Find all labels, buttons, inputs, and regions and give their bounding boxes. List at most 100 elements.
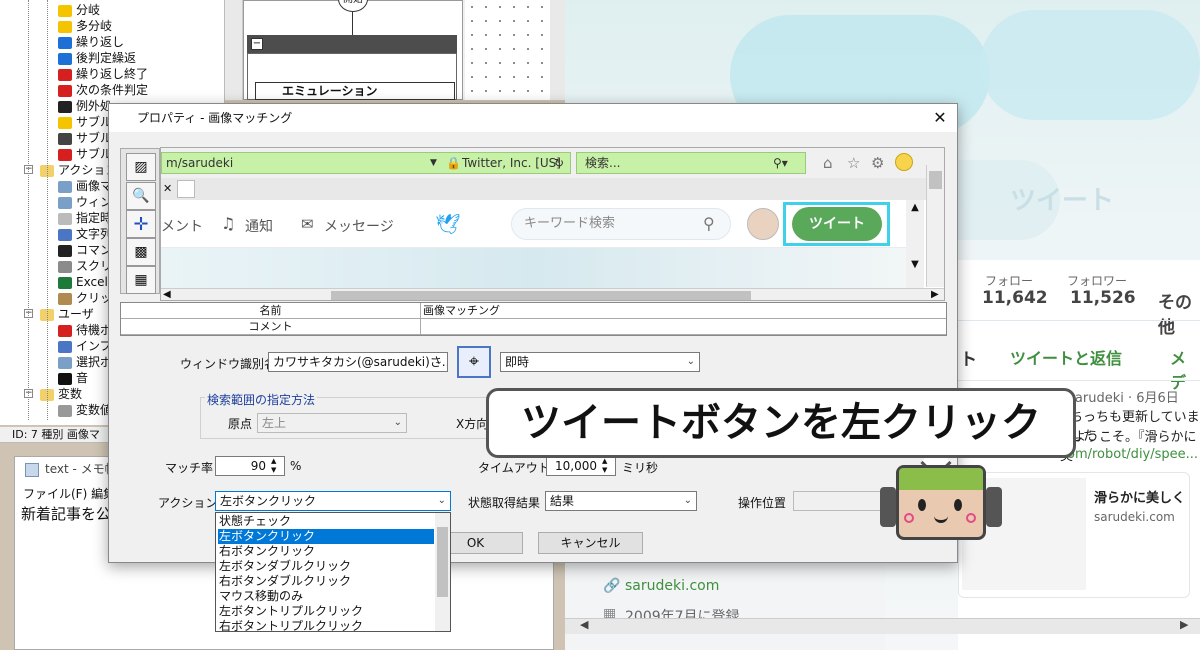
keyword-search[interactable]: キーワード検索 — [511, 208, 731, 240]
timing-select[interactable]: 即時 ⌄ — [500, 352, 700, 372]
spinner-icon[interactable]: ▲ ▼ — [602, 457, 607, 475]
flow-scrollbar-right[interactable] — [550, 0, 565, 100]
tab-media[interactable]: メデ — [1170, 345, 1200, 393]
flow-group-header[interactable] — [247, 35, 457, 53]
tab-tweets[interactable]: ト — [960, 345, 977, 370]
home-icon[interactable]: ⌂ — [823, 154, 833, 172]
gear-icon[interactable]: ⚙ — [871, 154, 884, 172]
emulation-node[interactable]: エミュレーション — [255, 82, 455, 100]
tree-item[interactable]: 繰り返し終了 — [58, 66, 148, 82]
bottom-scrollbar[interactable] — [565, 618, 1200, 634]
scroll-left-icon[interactable]: ◀ — [580, 618, 588, 631]
cancel-button[interactable]: キャンセル — [538, 532, 643, 554]
comment-value[interactable] — [421, 319, 946, 335]
tree-item[interactable]: 後判定繰返 — [58, 50, 136, 66]
tweet-button[interactable]: ツイート — [792, 207, 882, 241]
position-select[interactable] — [793, 491, 883, 511]
smiley-icon[interactable] — [895, 153, 913, 171]
tree-item[interactable]: サブル — [58, 114, 112, 130]
chevron-down-icon: ⌄ — [434, 356, 443, 367]
action-select[interactable]: 左ボタンクリック ⌄ — [215, 491, 451, 511]
notepad-icon — [25, 463, 39, 477]
tree-item[interactable]: 文字列 — [58, 226, 112, 242]
name-value[interactable]: 画像マッチング — [421, 303, 946, 319]
tree-item[interactable]: 指定時 — [58, 210, 112, 226]
capture-area-icon[interactable]: ▨ — [126, 153, 156, 181]
inner-scrollbar[interactable]: ▲ ▼ — [906, 200, 924, 288]
zoom-icon[interactable]: 🔍 — [126, 182, 156, 210]
collapse-icon[interactable]: − — [251, 38, 263, 50]
tree-item[interactable]: 分岐 — [58, 2, 100, 18]
timeout-unit: ミリ秒 — [622, 461, 659, 475]
followers-count[interactable]: 11,526 — [1070, 288, 1136, 308]
command-icon — [58, 84, 72, 97]
tree-item[interactable]: 変数値 — [58, 402, 112, 418]
tree-folder[interactable]: ユーザ — [40, 306, 94, 322]
notepad-menu[interactable]: ファイル(F) 編集 — [15, 485, 115, 502]
dropdown-option[interactable]: マウス移動のみ — [218, 589, 434, 604]
tree-item[interactable]: 音 — [58, 370, 88, 386]
tree-item-label: 変数値 — [76, 403, 113, 417]
browser-search[interactable]: 検索... ⚲▾ — [576, 152, 806, 174]
tab-close-icon[interactable]: ✕ — [163, 182, 172, 195]
preview-scrollbar-h[interactable]: ◀ ▶ — [161, 288, 944, 300]
tree-item[interactable]: 多分岐 — [58, 18, 112, 34]
dropdown-option[interactable]: 状態チェック — [218, 514, 434, 529]
new-tab-icon[interactable] — [177, 180, 195, 198]
pattern-icon[interactable]: ▦ — [126, 266, 156, 294]
command-icon — [58, 4, 72, 17]
scroll-right-icon[interactable]: ▶ — [1180, 618, 1188, 631]
command-icon — [58, 68, 72, 81]
reload-icon[interactable]: ↻ — [554, 153, 564, 173]
tree-item[interactable]: 待機ボ — [58, 322, 112, 338]
scroll-thumb[interactable] — [331, 291, 751, 300]
avatar[interactable] — [747, 208, 779, 240]
dropdown-scrollbar[interactable] — [435, 513, 450, 631]
dropdown-option[interactable]: 左ボタントリプルクリック — [218, 604, 434, 619]
command-icon — [58, 228, 72, 241]
dropdown-option[interactable]: 右ボタンダブルクリック — [218, 574, 434, 589]
tree-item[interactable]: 画像マ — [58, 178, 112, 194]
tree-item[interactable]: 例外処 — [58, 98, 112, 114]
address-bar[interactable]: m/sarudeki ▼ 🔒 Twitter, Inc. [US] ↻ — [161, 152, 571, 174]
tab-replies[interactable]: ツイートと返信 — [1010, 345, 1122, 369]
spinner-icon[interactable]: ▲ ▼ — [271, 457, 276, 475]
origin-select[interactable]: 左上 ⌄ — [257, 413, 407, 433]
star-icon[interactable]: ☆ — [847, 154, 860, 172]
result-select[interactable]: 結果 ⌄ — [545, 491, 697, 511]
magnifier-icon[interactable]: ⚲ — [703, 214, 715, 233]
twitter-bird-icon[interactable]: 🕊 — [435, 212, 460, 236]
tree-item[interactable]: 次の条件判定 — [58, 82, 148, 98]
tree-item[interactable]: 選択ボ — [58, 354, 112, 370]
result-value: 結果 — [550, 494, 575, 508]
scroll-right-icon[interactable]: ▶ — [931, 289, 939, 300]
tree-item[interactable]: サブル — [58, 146, 112, 162]
close-icon[interactable]: ✕ — [929, 108, 951, 128]
dropdown-option[interactable]: 右ボタントリプルクリック — [218, 619, 434, 631]
notepad-text[interactable]: 新着記事を公 — [21, 503, 111, 524]
dropdown-option[interactable]: 右ボタンクリック — [218, 544, 434, 559]
more-label[interactable]: その他 — [1158, 288, 1200, 338]
preview-scrollbar-v[interactable] — [926, 165, 944, 287]
followers-label: フォロワー — [1067, 274, 1128, 288]
tree-item-label: 繰り返し終了 — [76, 67, 149, 81]
nav-notifications[interactable]: 通知 — [245, 216, 273, 236]
profile-site-link[interactable]: sarudeki.com — [625, 578, 719, 594]
flow-scrollbar[interactable] — [225, 0, 243, 100]
nav-moments[interactable]: メント — [161, 216, 203, 236]
window-target-icon[interactable]: ⌖ — [457, 346, 491, 378]
crosshair-icon[interactable]: ✛ — [126, 210, 156, 238]
dropdown-option[interactable]: 左ボタンダブルクリック — [218, 559, 434, 574]
tree-folder[interactable]: アクション — [40, 162, 117, 178]
tree-item-label: サブル — [76, 131, 113, 145]
card-domain: sarudeki.com — [1094, 510, 1175, 524]
dropdown-option[interactable]: 左ボタンクリック — [218, 529, 434, 544]
window-id-select[interactable]: カワサキタカシ(@sarudeki)さ... ⌄ — [268, 352, 448, 372]
tree-item[interactable]: サブル — [58, 130, 112, 146]
tree-item[interactable]: 繰り返し — [58, 34, 124, 50]
scroll-left-icon[interactable]: ◀ — [163, 289, 171, 300]
search-icon[interactable]: ⚲▾ — [773, 153, 788, 173]
nav-messages[interactable]: メッセージ — [324, 216, 394, 236]
following-count[interactable]: 11,642 — [982, 288, 1048, 308]
edit-image-icon[interactable]: ▩ — [126, 238, 156, 266]
